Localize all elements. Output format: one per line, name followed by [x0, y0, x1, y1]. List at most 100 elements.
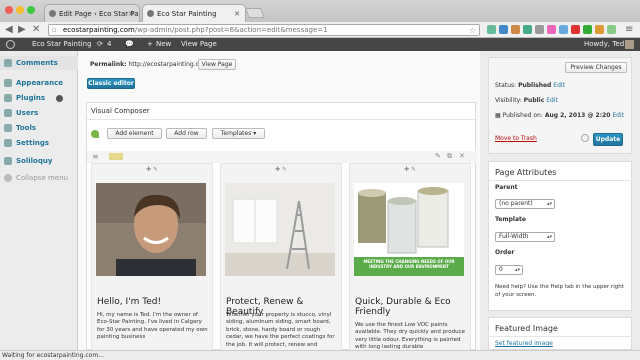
url-path: /wp-admin/post.php?post=6&action=edit&me… — [134, 26, 328, 34]
edit-date-link[interactable]: Edit — [612, 112, 624, 119]
soliloquy-menu-icon — [4, 157, 12, 165]
preview-changes-button[interactable]: Preview Changes — [565, 62, 627, 73]
wordpress-logo-icon[interactable] — [6, 40, 15, 49]
bookmark-star-icon[interactable]: ☆ — [469, 25, 476, 35]
page-icon: ▫ — [52, 26, 57, 34]
stop-icon[interactable]: ✕ — [32, 24, 40, 36]
view-page-link[interactable]: View Page — [181, 38, 217, 51]
update-button[interactable]: Update — [593, 133, 623, 146]
spinner-icon — [581, 134, 589, 142]
menu-item-comments[interactable]: Comments — [0, 56, 78, 70]
menu-item-appearance[interactable]: Appearance — [0, 76, 78, 90]
plugins-update-badge — [56, 95, 63, 102]
classic-editor-button[interactable]: Classic editor — [87, 78, 135, 89]
menu-item-label: Soliloquy — [16, 157, 53, 165]
tab-edit-page[interactable]: Edit Page ‹ Eco Star Painting ✕ — [44, 4, 140, 22]
forward-icon[interactable]: ▶ — [18, 24, 26, 36]
menu-item-settings[interactable]: Settings — [0, 136, 78, 150]
move-to-trash-link[interactable]: Move to Trash — [495, 135, 537, 142]
menu-item-label: Settings — [16, 139, 50, 147]
column-tools[interactable]: ✚ ✎ — [350, 166, 470, 173]
new-tab-button[interactable] — [245, 8, 265, 18]
template-value: Full-Width — [499, 233, 529, 240]
extension-icon[interactable] — [535, 25, 544, 34]
site-name-link[interactable]: Eco Star Painting — [32, 38, 92, 51]
extension-icon[interactable] — [547, 25, 556, 34]
order-value: 0 — [499, 266, 503, 273]
howdy-user-link[interactable]: Howdy, Ted — [584, 38, 624, 51]
columns-layout-icon[interactable] — [109, 153, 123, 160]
permalink-label: Permalink: — [90, 61, 127, 68]
visibility-row: Visibility: Public Edit — [495, 97, 558, 104]
ted-photo — [96, 183, 206, 276]
extension-icon[interactable] — [559, 25, 568, 34]
extension-icon[interactable] — [571, 25, 580, 34]
delete-row-icon[interactable]: ✕ — [459, 152, 465, 160]
featured-image-box: Featured Image Set featured image — [488, 317, 633, 350]
clone-row-icon[interactable]: ⧉ — [447, 152, 452, 161]
navigation-bar: ◀ ▶ ✕ ▫ ecostarpainting.com/wp-admin/pos… — [0, 22, 640, 38]
visibility-label: Visibility: — [495, 97, 522, 104]
close-tab-icon[interactable]: ✕ — [234, 5, 240, 22]
menu-item-label: Comments — [16, 59, 58, 67]
order-input[interactable]: 0 — [495, 265, 523, 275]
room-photo — [225, 183, 335, 276]
publish-box: Preview Changes Status: Published Edit V… — [488, 57, 632, 154]
menu-item-tools[interactable]: Tools — [0, 121, 78, 135]
templates-label: Templates — [220, 130, 252, 137]
column-tools[interactable]: ✚ ✎ — [92, 166, 212, 173]
updates-icon[interactable]: ⟳ — [97, 38, 103, 51]
add-row-label: Add row — [174, 130, 199, 137]
published-label: Published on: — [502, 112, 543, 119]
add-row-button[interactable]: Add row — [166, 128, 207, 139]
menu-item-users[interactable]: Users — [0, 106, 78, 120]
set-featured-image-link[interactable]: Set featured image — [495, 340, 553, 347]
minimize-window-icon[interactable] — [16, 6, 24, 14]
menu-icon[interactable]: ≡ — [625, 24, 633, 36]
close-tab-icon[interactable]: ✕ — [128, 5, 134, 22]
extension-icon[interactable] — [523, 25, 532, 34]
back-icon[interactable]: ◀ — [5, 24, 13, 36]
column-tools[interactable]: ✚ ✎ — [221, 166, 341, 173]
drag-row-icon[interactable]: ≡ — [92, 152, 99, 161]
divider — [489, 180, 633, 181]
browser-window: Edit Page ‹ Eco Star Painting ✕ Eco Star… — [0, 0, 640, 360]
visibility-value: Public — [523, 97, 545, 104]
card-title: Quick, Durable & Eco Friendly — [355, 297, 451, 317]
edit-row-icon[interactable]: ✎ — [435, 152, 441, 160]
tab-eco-star-painting[interactable]: Eco Star Painting ✕ — [142, 4, 246, 22]
comments-icon[interactable]: 💬 — [125, 38, 134, 51]
extension-icon[interactable] — [511, 25, 520, 34]
templates-button[interactable]: Templates ▾ — [212, 128, 265, 139]
extension-icon[interactable] — [499, 25, 508, 34]
template-select[interactable]: Full-Width — [495, 232, 555, 242]
admin-bar: Eco Star Painting ⟳ 4 💬 + New View Page … — [0, 38, 640, 51]
extension-icon[interactable] — [487, 25, 496, 34]
vc-title: Visual Composer — [91, 107, 150, 115]
extension-icon[interactable] — [583, 25, 592, 34]
close-window-icon[interactable] — [5, 6, 13, 14]
extension-icon[interactable] — [595, 25, 604, 34]
vc-logo-icon — [91, 130, 99, 138]
help-text-line-2: of your screen. — [495, 292, 537, 298]
menu-item-soliloquy[interactable]: Soliloquy — [0, 154, 78, 168]
edit-status-link[interactable]: Edit — [553, 82, 565, 89]
address-bar[interactable]: ▫ ecostarpainting.com/wp-admin/post.php?… — [48, 24, 480, 36]
view-page-button[interactable]: View Page — [198, 59, 236, 70]
add-element-button[interactable]: Add element — [107, 128, 162, 139]
extension-icon[interactable] — [607, 25, 616, 34]
maximize-window-icon[interactable] — [27, 6, 35, 14]
page-attributes-box: Page Attributes Parent (no parent) Templ… — [488, 161, 633, 311]
menu-item-label: Appearance — [16, 79, 63, 87]
avatar[interactable] — [625, 40, 634, 49]
edit-visibility-link[interactable]: Edit — [546, 97, 558, 104]
new-content-link[interactable]: New — [156, 38, 171, 51]
parent-select[interactable]: (no parent) — [495, 199, 555, 209]
menu-item-plugins[interactable]: Plugins — [0, 91, 78, 105]
ted-portrait-image — [96, 183, 206, 276]
tools-menu-icon — [4, 124, 12, 132]
card-title: Hello, I'm Ted! — [97, 297, 162, 307]
appearance-menu-icon — [4, 79, 12, 87]
column-3: ✚ ✎ MEETING THE CHANGING NEEDS OF OUR IN… — [349, 163, 471, 351]
collapse-menu-button[interactable]: Collapse menu — [0, 171, 78, 185]
